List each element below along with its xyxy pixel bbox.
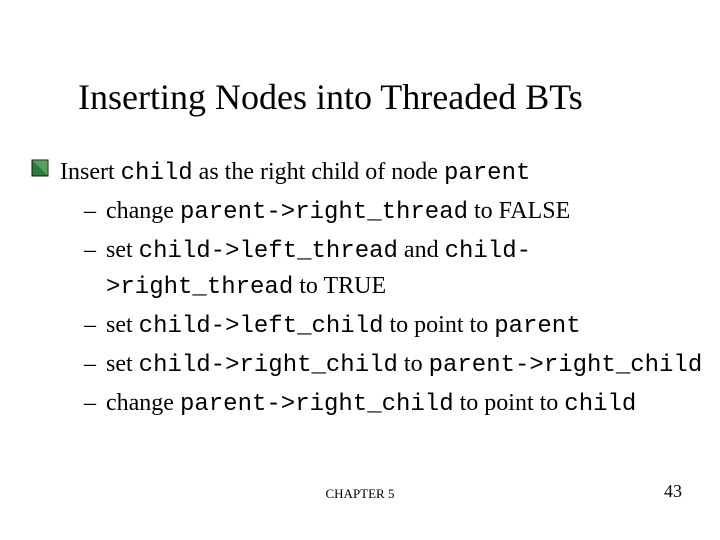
dash-icon: – (84, 308, 106, 343)
code-frag: parent->right_child (180, 391, 454, 418)
text-frag: to TRUE (293, 273, 386, 299)
text-frag: set (106, 237, 139, 263)
text-frag: to point to (384, 312, 495, 338)
text-frag: set (106, 351, 139, 377)
code-frag: child (121, 160, 193, 187)
sub-bullet-group: – change parent->right_thread to FALSE –… (84, 194, 716, 423)
code-frag: child->left_thread (139, 238, 398, 265)
text-frag: change (106, 390, 180, 416)
text-frag: and (398, 237, 445, 263)
text-frag: set (106, 312, 139, 338)
slide-title: Inserting Nodes into Threaded BTs (78, 78, 700, 118)
footer-chapter: CHAPTER 5 (0, 486, 720, 502)
sub-bullet: – change parent->right_thread to FALSE (84, 194, 716, 231)
sub-bullet: – set child->left_thread and child->righ… (84, 233, 716, 307)
slide: Inserting Nodes into Threaded BTs Insert… (0, 0, 720, 540)
code-frag: child->right_child (139, 352, 398, 379)
code-frag: child->left_child (139, 313, 384, 340)
sub-bullet-text: set child->left_thread and child->right_… (106, 233, 716, 307)
footer-page-number: 43 (664, 481, 682, 502)
text-frag: Insert (60, 159, 121, 185)
sub-bullet-text: change parent->right_child to point to c… (106, 386, 716, 423)
sub-bullet-text: set child->left_child to point to parent (106, 308, 716, 345)
sub-bullet-text: change parent->right_thread to FALSE (106, 194, 716, 231)
code-frag: child (564, 391, 636, 418)
code-frag: parent (494, 313, 580, 340)
dash-icon: – (84, 347, 106, 382)
text-frag: to point to (454, 390, 565, 416)
code-frag: parent->right_child (429, 352, 703, 379)
text-frag: to (398, 351, 429, 377)
code-frag: parent (444, 160, 530, 187)
sub-bullet: – change parent->right_child to point to… (84, 386, 716, 423)
text-frag: to FALSE (468, 198, 570, 224)
sub-bullet: – set child->right_child to parent->righ… (84, 347, 716, 384)
text-frag: as the right child of node (193, 159, 444, 185)
bullet-text: Insert child as the right child of node … (60, 155, 716, 192)
dash-icon: – (84, 194, 106, 229)
slide-body: Insert child as the right child of node … (20, 155, 716, 425)
sub-bullet: – set child->left_child to point to pare… (84, 308, 716, 345)
dash-icon: – (84, 386, 106, 421)
sub-bullet-text: set child->right_child to parent->right_… (106, 347, 716, 384)
square-bullet-icon (20, 155, 60, 177)
dash-icon: – (84, 233, 106, 268)
code-frag: parent->right_thread (180, 199, 468, 226)
bullet-level1: Insert child as the right child of node … (20, 155, 716, 192)
text-frag: change (106, 198, 180, 224)
